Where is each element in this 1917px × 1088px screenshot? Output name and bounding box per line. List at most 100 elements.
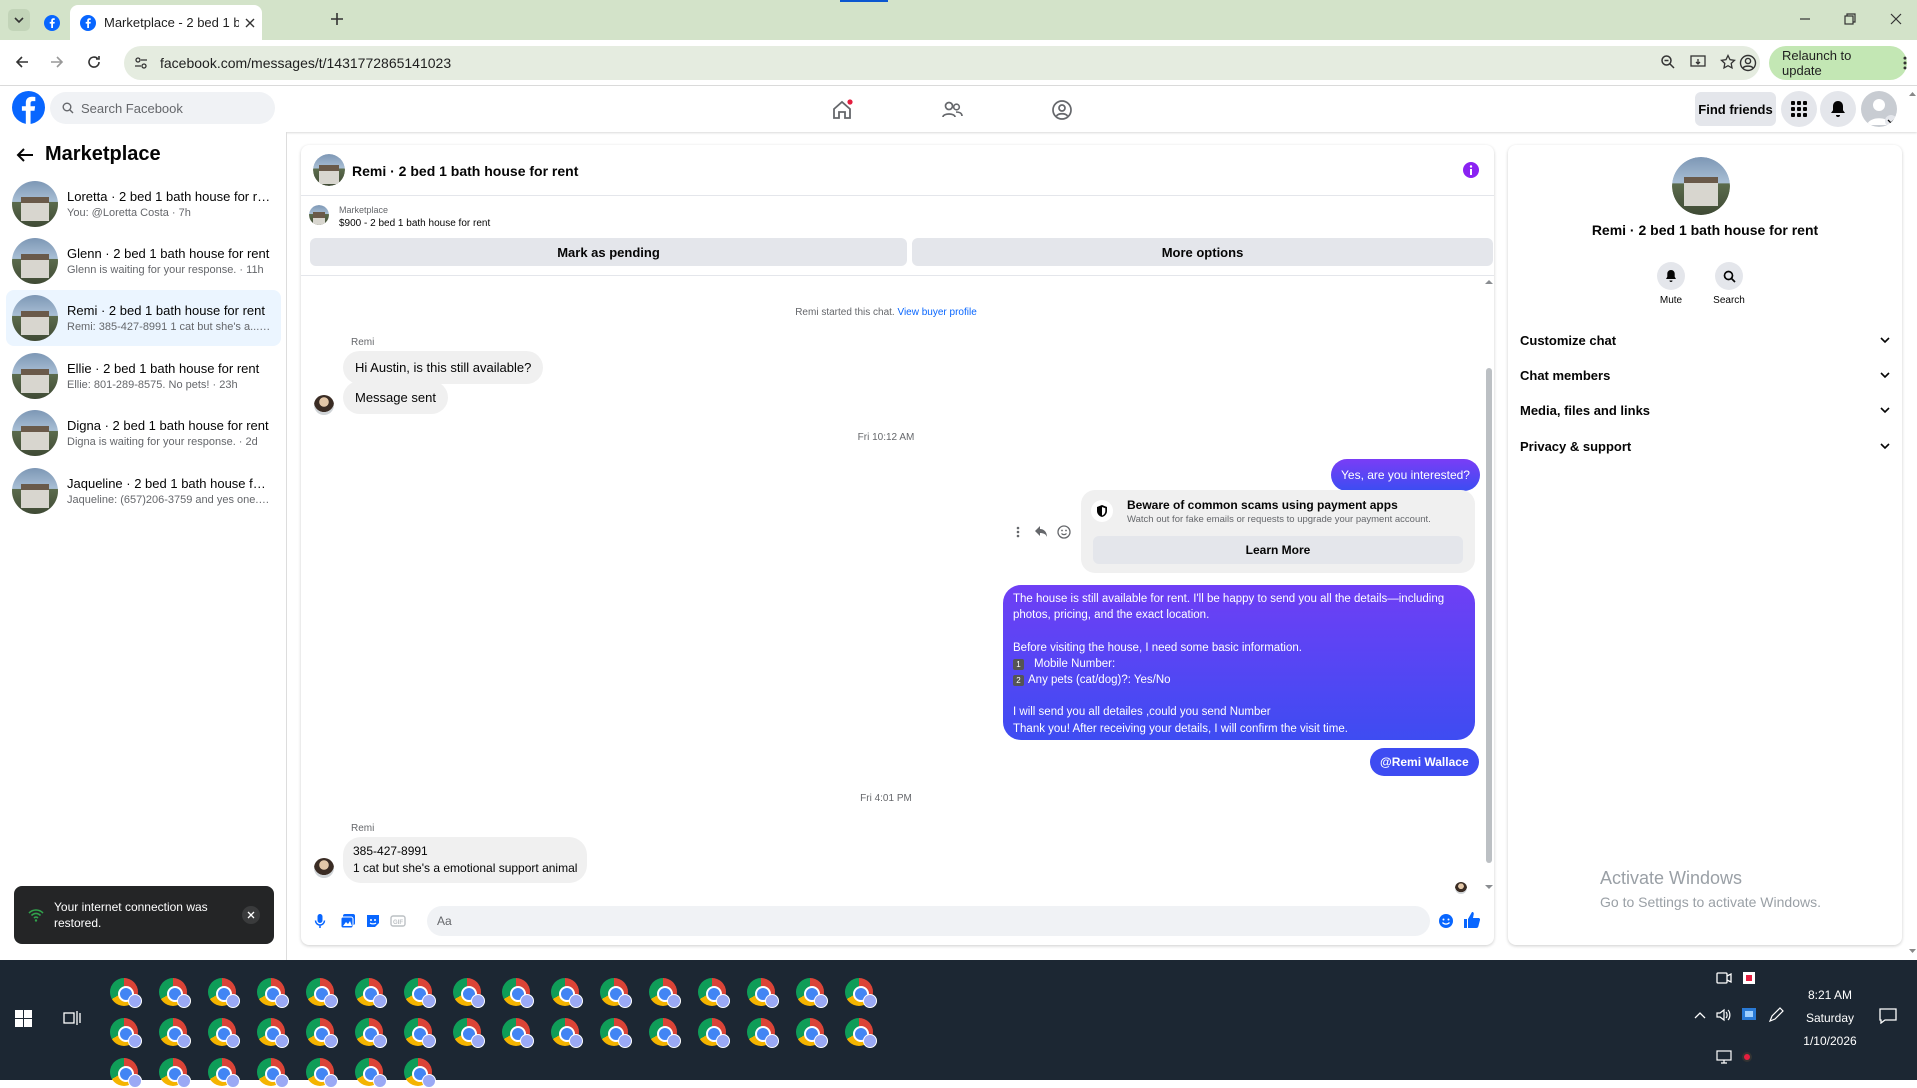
message-more-button[interactable] — [1016, 526, 1020, 538]
attach-media-button[interactable] — [340, 913, 356, 929]
mark-as-pending-button[interactable]: Mark as pending — [310, 238, 907, 266]
chrome-taskbar-icon[interactable] — [159, 1058, 191, 1088]
chrome-taskbar-icon[interactable] — [355, 1018, 387, 1048]
chrome-taskbar-icon[interactable] — [355, 978, 387, 1008]
conversation-item[interactable]: Glenn · 2 bed 1 bath house for rent Glenn… — [6, 233, 281, 289]
back-to-chats-button[interactable] — [16, 147, 34, 163]
chrome-taskbar-icon[interactable] — [502, 978, 534, 1008]
details-avatar[interactable] — [1672, 157, 1730, 215]
close-icon[interactable] — [245, 18, 255, 28]
chrome-taskbar-icon[interactable] — [453, 978, 485, 1008]
scrollbar-thumb[interactable] — [1486, 368, 1492, 863]
listing-info[interactable]: $900 - 2 bed 1 bath house for rent — [339, 218, 490, 229]
chrome-taskbar-icon[interactable] — [600, 1018, 632, 1048]
clock-day[interactable]: Saturday — [1800, 1011, 1860, 1025]
toast-close-button[interactable] — [242, 906, 260, 924]
send-like-button[interactable] — [1463, 911, 1481, 929]
chrome-taskbar-icon[interactable] — [257, 1058, 289, 1088]
nav-friends[interactable] — [941, 99, 963, 121]
nav-home[interactable] — [831, 99, 853, 121]
chrome-taskbar-icon[interactable] — [208, 1058, 240, 1088]
chrome-taskbar-icon[interactable] — [796, 1018, 828, 1048]
outgoing-message-long[interactable]: The house is still available for rent. I… — [1003, 585, 1475, 740]
notification-center-button[interactable] — [1879, 1008, 1897, 1024]
sticker-button[interactable] — [365, 913, 381, 929]
install-app-icon[interactable] — [1690, 54, 1706, 70]
task-view-button[interactable] — [63, 1010, 81, 1026]
page-scrollbar[interactable] — [1908, 86, 1917, 960]
chrome-taskbar-icon[interactable] — [649, 978, 681, 1008]
more-options-button[interactable]: More options — [912, 238, 1493, 266]
chrome-taskbar-icon[interactable] — [845, 978, 877, 1008]
menu-button[interactable] — [1781, 91, 1817, 127]
tab-search-button[interactable] — [8, 9, 30, 31]
reply-button[interactable] — [1034, 525, 1048, 538]
zoom-icon[interactable] — [1660, 54, 1676, 70]
chrome-taskbar-icon[interactable] — [306, 1018, 338, 1048]
notifications-button[interactable] — [1820, 91, 1856, 127]
volume-button[interactable] — [1716, 1008, 1732, 1022]
nav-profile[interactable] — [1051, 99, 1073, 121]
start-button[interactable] — [15, 1010, 32, 1027]
bookmark-star-icon[interactable] — [1720, 54, 1736, 70]
restore-button[interactable] — [1843, 12, 1857, 26]
chrome-taskbar-icon[interactable] — [159, 978, 191, 1008]
chrome-taskbar-icon[interactable] — [355, 1058, 387, 1088]
incoming-message[interactable]: 385-427-8991 1 cat but she's a emotional… — [343, 837, 588, 883]
facebook-search-input[interactable]: Search Facebook — [50, 92, 275, 124]
chat-members-row[interactable]: Chat members — [1520, 360, 1890, 390]
chrome-taskbar-icon[interactable] — [257, 978, 289, 1008]
conversation-item[interactable]: Digna · 2 bed 1 bath house for rent Digna… — [6, 405, 281, 461]
profile-button[interactable] — [1739, 54, 1757, 72]
chrome-taskbar-icon[interactable] — [502, 1018, 534, 1048]
chrome-taskbar-icon[interactable] — [551, 1018, 583, 1048]
chrome-taskbar-icon[interactable] — [257, 1018, 289, 1048]
customize-chat-row[interactable]: Customize chat — [1520, 325, 1890, 355]
conversation-item[interactable]: Ellie · 2 bed 1 bath house for rent Ellie… — [6, 348, 281, 404]
conversation-item[interactable]: Jaqueline · 2 bed 1 bath house for ... Ja… — [6, 463, 281, 519]
chat-avatar[interactable] — [313, 154, 345, 186]
chrome-taskbar-icon[interactable] — [845, 1018, 877, 1048]
chrome-taskbar-icon[interactable] — [404, 1058, 436, 1088]
incoming-message[interactable]: Message sent — [343, 381, 448, 414]
privacy-support-row[interactable]: Privacy & support — [1520, 431, 1890, 461]
pinned-facebook-tab[interactable] — [36, 5, 68, 40]
chrome-taskbar-icon[interactable] — [208, 1018, 240, 1048]
chrome-taskbar-icon[interactable] — [159, 1018, 191, 1048]
relaunch-button[interactable]: Relaunch to update — [1769, 46, 1907, 80]
chrome-taskbar-icon[interactable] — [747, 978, 779, 1008]
sender-avatar[interactable] — [314, 858, 334, 878]
incoming-message[interactable]: Hi Austin, is this still available? — [343, 351, 544, 384]
chrome-taskbar-icon[interactable] — [208, 978, 240, 1008]
chat-title[interactable]: Remi · 2 bed 1 bath house for rent — [352, 163, 578, 179]
chrome-taskbar-icon[interactable] — [747, 1018, 779, 1048]
sender-avatar[interactable] — [314, 395, 334, 415]
facebook-logo[interactable] — [12, 91, 45, 124]
mute-button[interactable]: Mute — [1656, 262, 1686, 306]
chrome-taskbar-icon[interactable] — [404, 1018, 436, 1048]
account-avatar[interactable] — [1861, 91, 1897, 127]
back-button[interactable] — [14, 54, 30, 70]
chrome-taskbar-icon[interactable] — [649, 1018, 681, 1048]
find-friends-button[interactable]: Find friends — [1695, 92, 1776, 126]
view-buyer-profile-link[interactable]: View buyer profile — [897, 307, 976, 318]
message-input[interactable]: Aa — [427, 906, 1430, 936]
outgoing-mention[interactable]: @Remi Wallace — [1370, 748, 1479, 776]
chrome-taskbar-icon[interactable] — [110, 978, 142, 1008]
outgoing-message[interactable]: Yes, are you interested? — [1331, 459, 1480, 491]
media-files-links-row[interactable]: Media, files and links — [1520, 395, 1890, 425]
conversation-item-active[interactable]: Remi · 2 bed 1 bath house for rent Remi: … — [6, 290, 281, 346]
learn-more-button[interactable]: Learn More — [1093, 536, 1463, 564]
chrome-taskbar-icon[interactable] — [110, 1058, 142, 1088]
chrome-taskbar-icon[interactable] — [306, 1058, 338, 1088]
chrome-taskbar-icon[interactable] — [600, 978, 632, 1008]
network-button[interactable] — [1741, 1007, 1757, 1023]
new-tab-button[interactable] — [330, 12, 344, 26]
voice-clip-button[interactable] — [314, 913, 326, 929]
show-hidden-icons-button[interactable] — [1694, 1011, 1706, 1019]
tray-icon-display[interactable] — [1716, 1050, 1732, 1064]
active-tab[interactable]: Marketplace - 2 bed 1 bath hou — [70, 5, 262, 40]
conversation-info-button[interactable] — [1463, 162, 1479, 178]
tray-icon-meet[interactable] — [1716, 970, 1732, 986]
gif-button[interactable]: GIF — [390, 913, 406, 929]
